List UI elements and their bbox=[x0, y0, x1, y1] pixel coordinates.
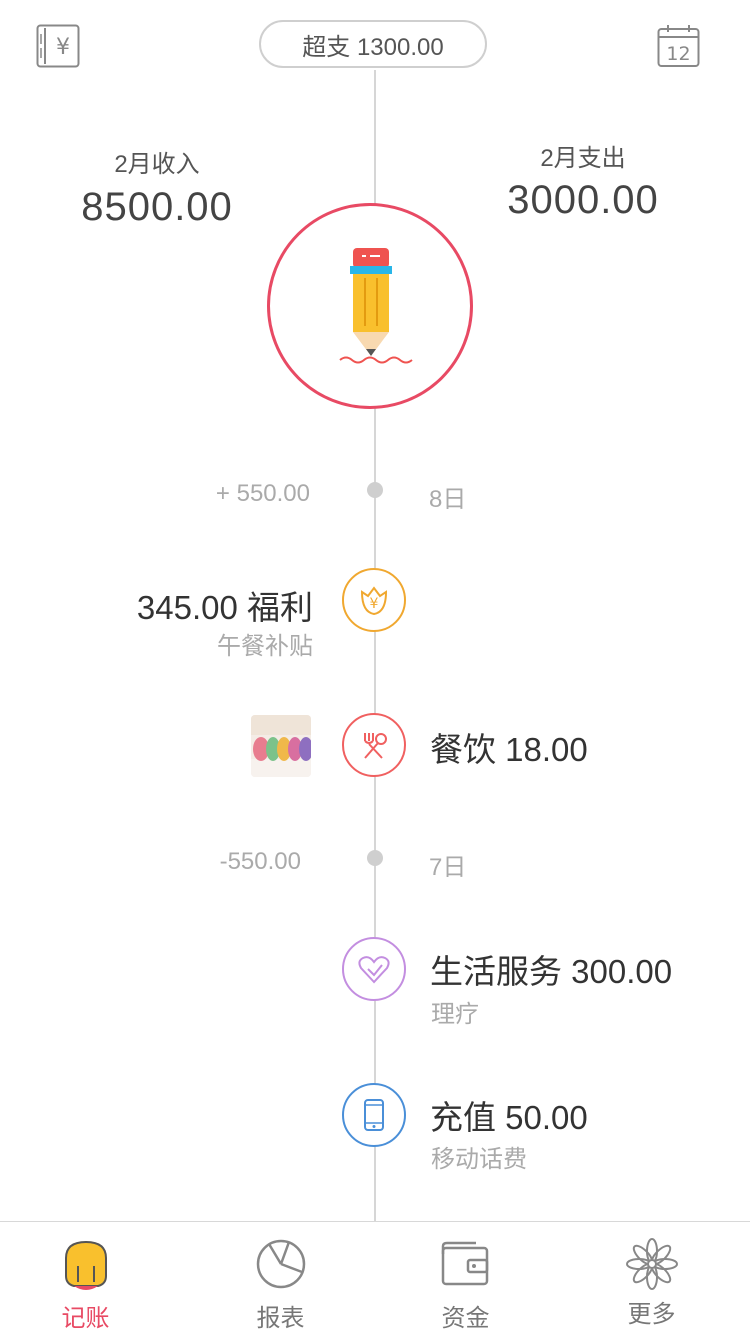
life-service-entry-note: 理疗 bbox=[431, 1001, 479, 1028]
welfare-category-icon[interactable]: ¥ bbox=[342, 568, 406, 632]
flower-more-icon bbox=[626, 1238, 678, 1290]
tab-more[interactable]: 更多 bbox=[558, 1222, 745, 1335]
day-total-amount: -550.00 bbox=[219, 848, 301, 875]
welfare-entry-title[interactable]: 345.00 福利 bbox=[137, 581, 313, 629]
life-service-entry-title[interactable]: 生活服务 300.00 bbox=[430, 945, 672, 993]
pencil-icon bbox=[339, 248, 413, 364]
pie-chart-icon bbox=[256, 1239, 306, 1289]
recharge-category-icon[interactable] bbox=[342, 1083, 406, 1147]
income-value: 8500.00 bbox=[81, 185, 233, 229]
tab-funds-label: 资金 bbox=[441, 1305, 490, 1332]
life-service-category-icon[interactable] bbox=[342, 937, 406, 1001]
svg-text:¥: ¥ bbox=[56, 35, 70, 60]
income-label: 2月收入 bbox=[114, 151, 200, 178]
tab-funds[interactable]: 资金 bbox=[372, 1222, 559, 1335]
macaron-photo-thumbnail[interactable] bbox=[251, 715, 311, 777]
svg-text:¥: ¥ bbox=[370, 596, 379, 612]
day-marker-dot bbox=[367, 482, 383, 498]
recharge-entry-note: 移动话费 bbox=[431, 1146, 527, 1173]
expense-label: 2月支出 bbox=[540, 145, 626, 172]
tab-record[interactable]: 记账 bbox=[0, 1222, 179, 1335]
tab-record-label: 记账 bbox=[61, 1305, 110, 1332]
tab-more-label: 更多 bbox=[627, 1301, 676, 1328]
svg-text:12: 12 bbox=[666, 43, 690, 65]
record-tab-icon bbox=[65, 1240, 107, 1290]
expense-value: 3000.00 bbox=[507, 178, 659, 222]
calendar-icon[interactable]: 12 bbox=[657, 24, 701, 68]
tab-reports[interactable]: 报表 bbox=[187, 1222, 374, 1335]
day-marker-dot bbox=[367, 850, 383, 866]
record-button[interactable] bbox=[267, 203, 473, 409]
recharge-entry-title[interactable]: 充值 50.00 bbox=[430, 1091, 588, 1139]
day-label: 8日 bbox=[429, 486, 467, 513]
tab-bar: 记账 报表 资金 更多 bbox=[0, 1221, 750, 1335]
overspend-label: 超支 1300.00 bbox=[302, 33, 444, 61]
wallet-icon bbox=[441, 1241, 489, 1286]
overspend-badge[interactable]: 超支 1300.00 bbox=[259, 20, 487, 68]
tab-reports-label: 报表 bbox=[256, 1305, 305, 1332]
welfare-entry-note: 午餐补贴 bbox=[217, 633, 313, 660]
dining-category-icon[interactable] bbox=[342, 713, 406, 777]
dining-entry-title[interactable]: 餐饮 18.00 bbox=[430, 723, 588, 771]
day-label: 7日 bbox=[429, 854, 467, 881]
account-book-icon[interactable]: ¥ bbox=[36, 24, 80, 68]
day-total-amount: + 550.00 bbox=[215, 480, 310, 507]
